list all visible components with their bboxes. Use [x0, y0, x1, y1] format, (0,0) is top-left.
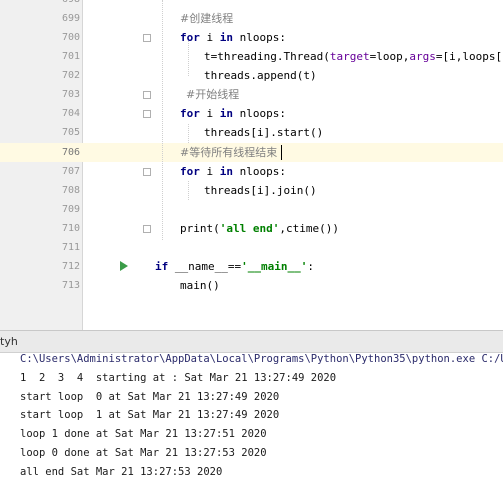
run-console[interactable]: C:\Users\Administrator\AppData\Local\Pro…: [0, 353, 503, 488]
code-token: :: [307, 260, 314, 273]
code-line: threads.append(t): [204, 69, 317, 82]
text-caret: [281, 145, 282, 160]
code-token: __name__==: [168, 260, 242, 273]
console-output-line: 1 2 3 4 starting at : Sat Mar 21 13:27:4…: [20, 372, 337, 384]
run-panel-header: tyh: [0, 330, 503, 353]
console-output-line: C:\Users\Administrator\AppData\Local\Pro…: [20, 353, 503, 365]
code-comment: #创建线程: [180, 12, 234, 25]
code-comment: #等待所有线程结束: [180, 146, 278, 159]
fold-marker-icon[interactable]: [143, 225, 151, 233]
line-number: 706: [61, 147, 80, 158]
code-comment: #开始线程: [186, 88, 240, 101]
console-gutter: [0, 353, 14, 488]
indent-guide: [188, 181, 190, 200]
indent-guide: [188, 124, 190, 143]
line-number: 699: [61, 13, 80, 24]
code-line: main(): [180, 279, 220, 292]
code-line: for i in nloops:: [180, 28, 286, 47]
run-tab-label[interactable]: tyh: [0, 334, 18, 350]
code-line: if __name__=='__main__':: [155, 257, 314, 276]
param-name: target: [329, 50, 370, 63]
fold-marker-icon[interactable]: [143, 110, 151, 118]
code-token: i: [199, 165, 220, 178]
line-number: 713: [61, 280, 80, 291]
fold-marker-icon[interactable]: [143, 91, 151, 99]
code-line: print('all end',ctime()): [180, 219, 339, 238]
line-number: 705: [61, 127, 80, 138]
string-literal: '__main__': [241, 260, 308, 273]
code-token: loop,: [376, 50, 410, 63]
keyword: for: [180, 165, 200, 178]
console-output-line: all end Sat Mar 21 13:27:53 2020: [20, 466, 223, 478]
keyword: for: [180, 31, 200, 44]
line-number: 712: [61, 261, 80, 272]
code-line: t=threading.Thread(target=loop,args=[i,l…: [204, 47, 503, 66]
line-number: 711: [61, 242, 80, 253]
fold-marker-icon[interactable]: [143, 168, 151, 176]
code-token: nloops:: [233, 31, 286, 44]
line-number: 702: [61, 70, 80, 81]
keyword: if: [155, 260, 169, 273]
line-number: 710: [61, 223, 80, 234]
code-token: ,ctime()): [279, 222, 339, 235]
code-token: i: [199, 31, 220, 44]
indent-guide: [162, 0, 164, 240]
line-number: 708: [61, 185, 80, 196]
line-number: 707: [61, 166, 80, 177]
line-number: 700: [61, 32, 80, 43]
code-token: t=threading.Thread(: [204, 50, 330, 63]
param-name: args: [409, 50, 436, 63]
code-line: for i in nloops:: [180, 162, 286, 181]
console-output-line: start loop 0 at Sat Mar 21 13:27:49 2020: [20, 391, 280, 403]
code-editor[interactable]: 698 699 700 701 702 703 704 705 706 707 …: [0, 0, 503, 330]
gutter-divider: [82, 0, 83, 330]
line-number: 704: [61, 108, 80, 119]
string-literal: 'all end': [219, 222, 280, 235]
code-token: =[i,loops[i]]): [435, 50, 503, 63]
code-token: print(: [180, 222, 220, 235]
code-token: nloops:: [233, 107, 286, 120]
keyword: for: [180, 107, 200, 120]
code-line: for i in nloops:: [180, 104, 286, 123]
keyword: in: [219, 107, 233, 120]
console-output-line: loop 0 done at Sat Mar 21 13:27:53 2020: [20, 447, 267, 459]
fold-marker-icon[interactable]: [143, 34, 151, 42]
run-gutter-icon[interactable]: [120, 261, 128, 271]
code-token: i: [199, 107, 220, 120]
code-line: threads[i].start(): [204, 126, 324, 139]
line-number: 703: [61, 89, 80, 100]
keyword: in: [219, 31, 233, 44]
console-output-line: start loop 1 at Sat Mar 21 13:27:49 2020: [20, 409, 280, 421]
keyword: in: [219, 165, 233, 178]
line-number: 709: [61, 204, 80, 215]
line-number: 698: [0, 0, 80, 9]
code-token: nloops:: [233, 165, 286, 178]
code-line: threads[i].join(): [204, 184, 317, 197]
console-output-line: loop 1 done at Sat Mar 21 13:27:51 2020: [20, 428, 267, 440]
line-number: 701: [61, 51, 80, 62]
